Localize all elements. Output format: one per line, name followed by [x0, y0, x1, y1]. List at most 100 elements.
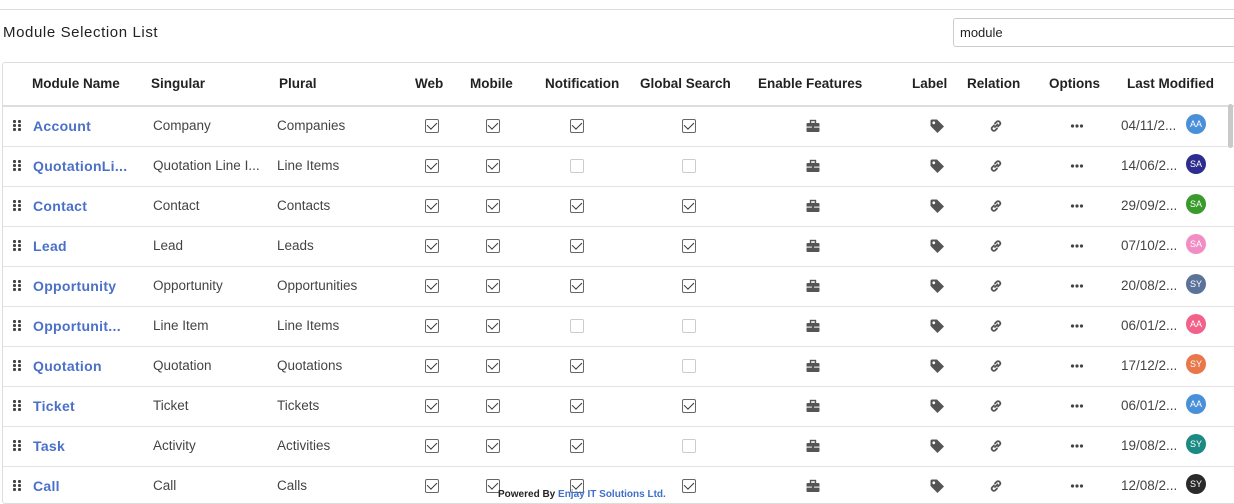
notification-checkbox[interactable] — [570, 359, 584, 373]
ellipsis-icon[interactable] — [1069, 398, 1085, 414]
link-icon[interactable] — [988, 398, 1004, 414]
column-header-last-modified[interactable]: Last Modified — [1127, 76, 1214, 91]
table-row[interactable]: QuotationLi... Quotation Line I... Line It… — [3, 146, 1234, 187]
global-search-checkbox[interactable] — [682, 119, 696, 133]
web-checkbox[interactable] — [425, 439, 439, 453]
ellipsis-icon[interactable] — [1069, 118, 1085, 134]
drag-handle-icon[interactable] — [13, 200, 23, 212]
module-name-link[interactable]: Ticket — [33, 398, 75, 414]
drag-handle-icon[interactable] — [13, 120, 23, 132]
ellipsis-icon[interactable] — [1069, 358, 1085, 374]
notification-checkbox[interactable] — [570, 279, 584, 293]
mobile-checkbox[interactable] — [486, 439, 500, 453]
drag-handle-icon[interactable] — [13, 280, 23, 292]
global-search-checkbox[interactable] — [682, 359, 696, 373]
mobile-checkbox[interactable] — [486, 119, 500, 133]
notification-checkbox[interactable] — [570, 399, 584, 413]
link-icon[interactable] — [988, 158, 1004, 174]
notification-checkbox[interactable] — [570, 239, 584, 253]
toolbox-icon[interactable] — [805, 198, 821, 214]
table-row[interactable]: Account Company Companies 04/11/2... AA — [3, 106, 1234, 147]
drag-handle-icon[interactable] — [13, 240, 23, 252]
drag-handle-icon[interactable] — [13, 320, 23, 332]
ellipsis-icon[interactable] — [1069, 438, 1085, 454]
toolbox-icon[interactable] — [805, 278, 821, 294]
link-icon[interactable] — [988, 358, 1004, 374]
module-name-link[interactable]: Task — [33, 438, 65, 454]
tag-icon[interactable] — [929, 198, 945, 214]
table-row[interactable]: Ticket Ticket Tickets 06/01/2... AA — [3, 386, 1234, 427]
web-checkbox[interactable] — [425, 119, 439, 133]
drag-handle-icon[interactable] — [13, 440, 23, 452]
global-search-checkbox[interactable] — [682, 199, 696, 213]
mobile-checkbox[interactable] — [486, 319, 500, 333]
column-header-singular[interactable]: Singular — [151, 76, 205, 91]
mobile-checkbox[interactable] — [486, 359, 500, 373]
search-input[interactable] — [953, 18, 1234, 47]
table-row[interactable]: Contact Contact Contacts 29/09/2... SA — [3, 186, 1234, 227]
link-icon[interactable] — [988, 318, 1004, 334]
web-checkbox[interactable] — [425, 479, 439, 493]
global-search-checkbox[interactable] — [682, 159, 696, 173]
toolbox-icon[interactable] — [805, 158, 821, 174]
link-icon[interactable] — [988, 238, 1004, 254]
column-header-module-name[interactable]: Module Name — [32, 76, 120, 91]
drag-handle-icon[interactable] — [13, 360, 23, 372]
link-icon[interactable] — [988, 478, 1004, 494]
drag-handle-icon[interactable] — [13, 480, 23, 492]
global-search-checkbox[interactable] — [682, 399, 696, 413]
global-search-checkbox[interactable] — [682, 279, 696, 293]
toolbox-icon[interactable] — [805, 118, 821, 134]
toolbox-icon[interactable] — [805, 238, 821, 254]
column-header-mobile[interactable]: Mobile — [470, 76, 513, 91]
table-row[interactable]: Quotation Quotation Quotations 17/12/2... SY — [3, 346, 1234, 387]
mobile-checkbox[interactable] — [486, 279, 500, 293]
link-icon[interactable] — [988, 278, 1004, 294]
web-checkbox[interactable] — [425, 359, 439, 373]
global-search-checkbox[interactable] — [682, 479, 696, 493]
ellipsis-icon[interactable] — [1069, 278, 1085, 294]
ellipsis-icon[interactable] — [1069, 198, 1085, 214]
module-name-link[interactable]: QuotationLi... — [33, 158, 127, 174]
tag-icon[interactable] — [929, 118, 945, 134]
web-checkbox[interactable] — [425, 199, 439, 213]
notification-checkbox[interactable] — [570, 199, 584, 213]
module-name-link[interactable]: Contact — [33, 198, 87, 214]
column-header-relation[interactable]: Relation — [967, 76, 1020, 91]
vertical-scrollbar[interactable] — [1228, 104, 1233, 148]
mobile-checkbox[interactable] — [486, 199, 500, 213]
tag-icon[interactable] — [929, 158, 945, 174]
column-header-plural[interactable]: Plural — [279, 76, 317, 91]
link-icon[interactable] — [988, 438, 1004, 454]
ellipsis-icon[interactable] — [1069, 238, 1085, 254]
mobile-checkbox[interactable] — [486, 159, 500, 173]
module-name-link[interactable]: Opportunity — [33, 278, 116, 294]
web-checkbox[interactable] — [425, 399, 439, 413]
table-row[interactable]: Lead Lead Leads 07/10/2... SA — [3, 226, 1234, 267]
link-icon[interactable] — [988, 198, 1004, 214]
drag-handle-icon[interactable] — [13, 400, 23, 412]
tag-icon[interactable] — [929, 398, 945, 414]
toolbox-icon[interactable] — [805, 438, 821, 454]
toolbox-icon[interactable] — [805, 478, 821, 494]
column-header-label[interactable]: Label — [912, 76, 947, 91]
tag-icon[interactable] — [929, 278, 945, 294]
toolbox-icon[interactable] — [805, 358, 821, 374]
web-checkbox[interactable] — [425, 279, 439, 293]
global-search-checkbox[interactable] — [682, 239, 696, 253]
notification-checkbox[interactable] — [570, 119, 584, 133]
drag-handle-icon[interactable] — [13, 160, 23, 172]
table-row[interactable]: Task Activity Activities 19/08/2... SY — [3, 426, 1234, 467]
tag-icon[interactable] — [929, 478, 945, 494]
notification-checkbox[interactable] — [570, 159, 584, 173]
module-name-link[interactable]: Account — [33, 118, 91, 134]
notification-checkbox[interactable] — [570, 319, 584, 333]
module-name-link[interactable]: Call — [33, 478, 60, 494]
tag-icon[interactable] — [929, 358, 945, 374]
global-search-checkbox[interactable] — [682, 319, 696, 333]
web-checkbox[interactable] — [425, 239, 439, 253]
web-checkbox[interactable] — [425, 319, 439, 333]
tag-icon[interactable] — [929, 238, 945, 254]
module-name-link[interactable]: Opportunit... — [33, 318, 121, 334]
tag-icon[interactable] — [929, 438, 945, 454]
